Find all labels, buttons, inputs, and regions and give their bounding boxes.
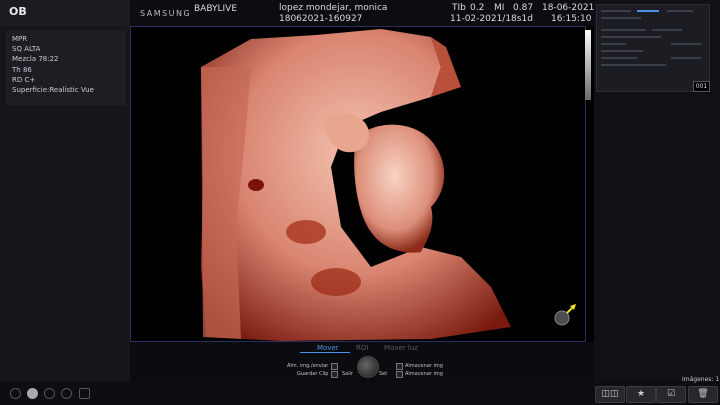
favorite-button[interactable]: ★ <box>626 386 656 403</box>
patient-id: 18062021-160927 <box>279 14 363 24</box>
rendered-3d-image <box>201 29 576 341</box>
store-image-label: Almacenar img <box>405 363 443 369</box>
control-knob[interactable] <box>357 356 379 378</box>
active-tab-indicator <box>300 352 350 353</box>
gestational-age: 11-02-2021/18s1d <box>450 14 533 24</box>
image-count-badge: 001 <box>693 81 710 92</box>
save-clip-checkbox[interactable] <box>331 371 338 378</box>
star-icon: ★ <box>636 389 646 399</box>
grayscale-bar <box>585 30 591 100</box>
patient-name: lopez mondejar, monica <box>279 3 388 13</box>
tib-label: TIb <box>452 3 466 13</box>
store-image-checkbox-2[interactable] <box>396 371 403 378</box>
brand-logo: SAMSUNG <box>140 9 192 18</box>
ultrasound-viewport[interactable] <box>130 26 586 342</box>
mode-label: BABYLIVE <box>194 4 238 14</box>
trash-icon: 🗑 <box>697 389 709 399</box>
knob-set-label: Set <box>379 371 388 377</box>
tab-mover[interactable]: Mover <box>317 344 339 352</box>
dual-layout-icon: ◫◫ <box>601 389 619 399</box>
settings-icon[interactable] <box>44 388 55 399</box>
param-item: MPR <box>12 35 28 43</box>
screen-icon[interactable] <box>79 388 90 399</box>
param-item: SQ ALTA <box>12 45 41 54</box>
knob-exit-label: Salir <box>342 371 354 377</box>
exam-type: OB <box>9 5 27 18</box>
dot-icon[interactable] <box>27 388 38 399</box>
store-image-label-2: Almacenar img <box>405 371 443 377</box>
param-item: Mezcla 78:22 <box>12 55 59 64</box>
image-count-label: Imágenes: 1 <box>682 376 720 383</box>
confirm-button[interactable]: ☑ <box>656 386 686 403</box>
param-item: Th 86 <box>12 65 32 74</box>
param-item: RD C+ <box>12 75 36 84</box>
date-label: 18-06-2021 <box>542 3 595 13</box>
store-send-label: Alm. img./enviar <box>287 363 329 369</box>
tab-mover-luz[interactable]: Mover luz <box>384 344 418 352</box>
dual-layout-button[interactable]: ◫◫ <box>595 386 625 403</box>
tab-roi[interactable]: ROI <box>356 344 368 352</box>
param-item: Superficie:Realistic Vue <box>12 86 94 95</box>
parameter-list: MPR SQ ALTA Mezcla 78:22 Th 86 RD C+ Sup… <box>6 30 126 105</box>
delete-button[interactable]: 🗑 <box>688 386 718 403</box>
thumbnail-panel[interactable] <box>596 4 710 92</box>
mi-label: MI <box>494 3 505 13</box>
store-image-checkbox[interactable] <box>396 363 403 370</box>
scan-icon[interactable] <box>10 388 21 399</box>
clip-icon[interactable] <box>61 388 72 399</box>
light-source-marker[interactable] <box>554 310 570 326</box>
checkbox-icon: ☑ <box>666 389 676 399</box>
tib-value: 0.2 <box>470 3 485 13</box>
store-send-checkbox[interactable] <box>331 363 338 370</box>
exam-type-panel[interactable]: OB <box>0 0 130 26</box>
save-clip-label: Guardar Clip <box>297 371 329 377</box>
time-label: 16:15:10 <box>551 14 592 24</box>
mi-value: 0.87 <box>513 3 534 13</box>
